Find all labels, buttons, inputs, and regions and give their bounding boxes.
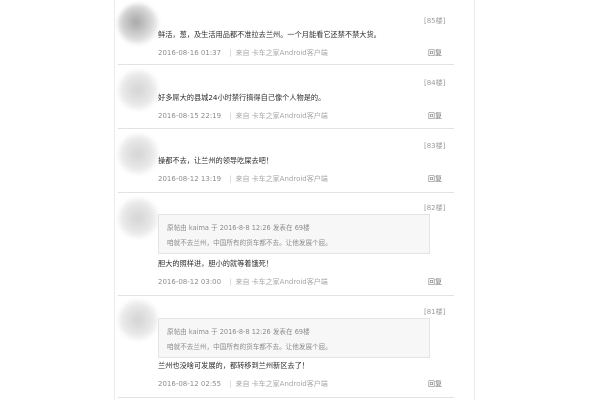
post-date: 2016-08-16 01:37: [158, 49, 222, 57]
user-avatar[interactable]: [118, 134, 158, 174]
quote-block: 原帖由 kaima 于 2016-8-8 12:26 发表在 69楼 咱就不去兰…: [158, 318, 430, 358]
post-text: 鲜活，葱，及生活用品都不准拉去兰州。一个月能看它还禁不禁大货。: [158, 30, 381, 39]
post-source: 来自 卡车之家Android客户端: [235, 175, 328, 183]
post-source: 来自 卡车之家Android客户端: [235, 112, 328, 120]
post-meta: 2016-08-16 01:37 | 来自 卡车之家Android客户端: [158, 48, 328, 58]
reply-button[interactable]: 回复: [428, 277, 442, 287]
user-avatar[interactable]: [118, 70, 158, 110]
meta-separator: |: [229, 112, 232, 120]
post-divider: [118, 295, 454, 296]
user-avatar[interactable]: [118, 198, 158, 238]
content-border-left: [114, 0, 115, 400]
floor-number: [81楼]: [424, 308, 446, 316]
post-text: 胆大的照样进，胆小的就等着饿死！: [158, 259, 274, 268]
post-source: 来自 卡车之家Android客户端: [235, 49, 328, 57]
post-divider: [118, 192, 454, 193]
floor-number: [85楼]: [424, 17, 446, 25]
user-avatar[interactable]: [118, 300, 158, 340]
reply-button[interactable]: 回复: [428, 48, 442, 58]
post-divider: [118, 64, 454, 65]
forum-thread: [85楼] 鲜活，葱，及生活用品都不准拉去兰州。一个月能看它还禁不禁大货。 20…: [0, 0, 600, 400]
quote-block: 原帖由 kaima 于 2016-8-8 12:26 发表在 69楼 咱就不去兰…: [158, 214, 430, 254]
post-meta: 2016-08-12 02:55 | 来自 卡车之家Android客户端: [158, 379, 328, 389]
meta-separator: |: [229, 380, 232, 388]
post-divider: [118, 397, 454, 398]
post-meta: 2016-08-15 22:19 | 来自 卡车之家Android客户端: [158, 111, 328, 121]
post-date: 2016-08-12 13:19: [158, 175, 222, 183]
quote-text: 咱就不去兰州，中国所有的货车都不去。让他发展个屁。: [167, 239, 332, 247]
reply-button[interactable]: 回复: [428, 111, 442, 121]
post-text: 好多屌大的县城24小时禁行搞得自己像个人物是的。: [158, 93, 326, 102]
post-divider: [118, 128, 454, 129]
post-source: 来自 卡车之家Android客户端: [235, 380, 328, 388]
reply-button[interactable]: 回复: [428, 174, 442, 184]
reply-button[interactable]: 回复: [428, 379, 442, 389]
user-avatar[interactable]: [118, 4, 158, 44]
meta-separator: |: [229, 49, 232, 57]
floor-number: [82楼]: [424, 204, 446, 212]
floor-number: [84楼]: [424, 79, 446, 87]
post-date: 2016-08-15 22:19: [158, 112, 222, 120]
post-meta: 2016-08-12 13:19 | 来自 卡车之家Android客户端: [158, 174, 328, 184]
meta-separator: |: [229, 278, 232, 286]
post-text: 操都不去，让兰州的领导吃屎去吧！: [158, 156, 274, 165]
quote-header: 原帖由 kaima 于 2016-8-8 12:26 发表在 69楼: [167, 224, 310, 232]
post-date: 2016-08-12 02:55: [158, 380, 222, 388]
post-meta: 2016-08-12 03:00 | 来自 卡车之家Android客户端: [158, 277, 328, 287]
quote-header: 原帖由 kaima 于 2016-8-8 12:26 发表在 69楼: [167, 328, 310, 336]
post-text: 兰州也没啥可发展的，都转移到兰州新区去了！: [158, 361, 309, 370]
quote-text: 咱就不去兰州，中国所有的货车都不去。让他发展个屁。: [167, 343, 332, 351]
meta-separator: |: [229, 175, 232, 183]
post-date: 2016-08-12 03:00: [158, 278, 222, 286]
post-source: 来自 卡车之家Android客户端: [235, 278, 328, 286]
content-border-right: [474, 0, 475, 400]
floor-number: [83楼]: [424, 142, 446, 150]
